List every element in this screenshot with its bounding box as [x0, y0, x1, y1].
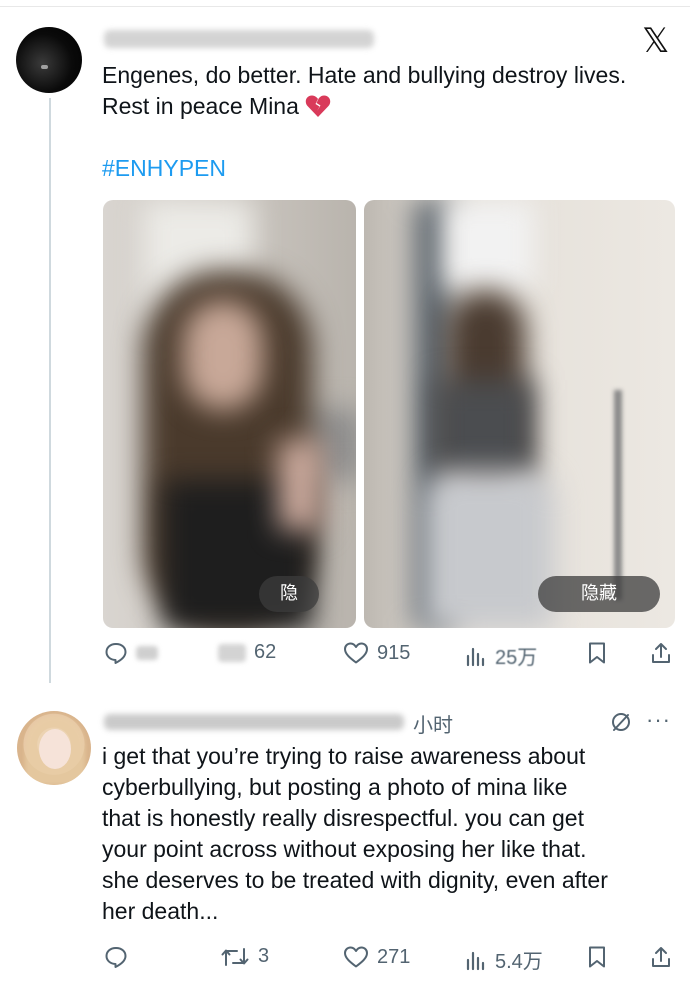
tweet-line: Engenes, do better. Hate and bullying de…	[102, 62, 627, 88]
reply-icon	[105, 947, 127, 968]
image-content-blur	[278, 440, 323, 530]
reply-text: i get that you’re trying to raise awaren…	[102, 741, 672, 927]
hide-button[interactable]: 隐藏	[538, 576, 660, 612]
reply-line: your point across without exposing her l…	[102, 836, 587, 862]
retweet-icon	[221, 947, 249, 966]
tweet-image-2[interactable]: 隐藏	[364, 200, 675, 628]
reply-line: her death...	[102, 898, 219, 924]
views-button[interactable]: 5.4万	[465, 945, 543, 974]
retweet-count: 3	[258, 945, 270, 967]
reply-count-blurred	[136, 646, 158, 660]
author-name-blurred	[104, 30, 374, 48]
image-content-blur	[183, 300, 263, 410]
image-content-blur	[614, 390, 622, 600]
bookmark-button[interactable]	[586, 641, 608, 665]
share-icon	[652, 643, 670, 663]
more-options-icon[interactable]: ···	[646, 707, 671, 733]
thread-connector	[49, 98, 51, 683]
reply-line: she deserves to be treated with dignity,…	[102, 867, 608, 893]
views-icon	[466, 951, 485, 970]
retweet-count: 62	[254, 641, 277, 663]
hide-button[interactable]: 隐	[259, 576, 319, 612]
share-button[interactable]	[650, 945, 672, 969]
like-count: 915	[377, 641, 411, 664]
reply-icon	[105, 643, 127, 664]
views-count: 5.4万	[495, 951, 543, 973]
x-logo-icon: 𝕏	[642, 21, 670, 61]
like-button[interactable]: 271	[343, 945, 410, 969]
reply-action-bar: 3 271 5.4万	[0, 945, 690, 975]
tweet-text: Engenes, do better. Hate and bullying de…	[102, 60, 682, 126]
avatar[interactable]	[16, 27, 82, 93]
bookmark-button[interactable]	[586, 945, 608, 969]
reply-line: that is honestly really disrespectful. y…	[102, 805, 584, 831]
views-button[interactable]: 25万	[465, 641, 537, 670]
image-content-blur	[444, 200, 534, 290]
reply-author-name-blurred	[104, 714, 404, 730]
reply-avatar[interactable]	[17, 711, 91, 785]
retweet-button[interactable]: 62	[218, 641, 276, 664]
views-count: 25万	[495, 647, 538, 669]
heart-icon	[344, 642, 368, 664]
grok-icon[interactable]	[610, 711, 632, 738]
image-content-blur	[434, 380, 534, 480]
views-icon	[466, 647, 485, 666]
bookmark-icon	[589, 642, 605, 664]
reply-button[interactable]	[104, 641, 158, 665]
share-icon	[652, 947, 670, 967]
bookmark-icon	[589, 946, 605, 968]
reply-button[interactable]	[104, 945, 128, 969]
like-button[interactable]: 915	[343, 641, 410, 665]
retweet-icon	[218, 643, 246, 662]
reply-timestamp: 小时	[413, 713, 453, 737]
reply-line: i get that you’re trying to raise awaren…	[102, 743, 586, 769]
retweet-button[interactable]: 3	[220, 945, 269, 968]
reply-line: cyberbullying, but posting a photo of mi…	[102, 774, 568, 800]
tweet-image-1[interactable]: 隐	[103, 200, 356, 628]
tweet-line-2: Rest in peace Mina	[102, 91, 682, 126]
tweet-action-bar: 62 915 25万	[0, 641, 690, 671]
like-count: 271	[377, 945, 411, 968]
hashtag-link[interactable]: #ENHYPEN	[102, 155, 226, 182]
top-divider	[0, 6, 690, 7]
share-button[interactable]	[650, 641, 672, 665]
heart-icon	[344, 946, 368, 968]
image-content-blur	[424, 470, 554, 628]
broken-heart-icon	[305, 94, 331, 126]
